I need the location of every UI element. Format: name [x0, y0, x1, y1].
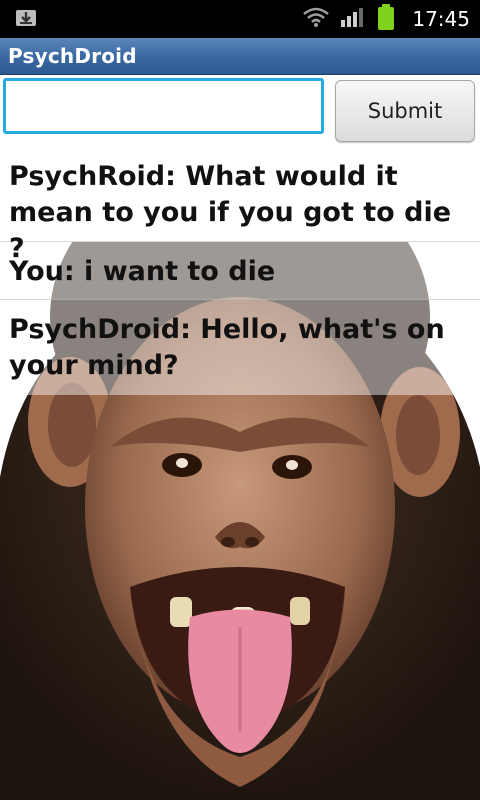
- signal-icon: [340, 6, 366, 32]
- message-input[interactable]: [3, 78, 324, 134]
- app-title-bar: PsychDroid: [0, 38, 480, 75]
- wifi-icon: [302, 6, 330, 32]
- app-title: PsychDroid: [8, 44, 137, 68]
- list-item[interactable]: PsychDroid: Hello, what's on your mind?: [0, 300, 480, 395]
- chat-list: PsychRoid: What would it mean to you if …: [0, 147, 480, 395]
- submit-button[interactable]: Submit: [335, 80, 475, 142]
- list-item[interactable]: You: i want to die: [0, 242, 480, 300]
- battery-icon: [376, 3, 396, 35]
- status-icons: 17:45: [302, 0, 470, 38]
- status-time: 17:45: [412, 7, 470, 31]
- status-bar: 17:45: [0, 0, 480, 38]
- download-notification-icon: [14, 6, 38, 30]
- input-row: Submit: [0, 75, 480, 147]
- list-item[interactable]: PsychRoid: What would it mean to you if …: [0, 147, 480, 264]
